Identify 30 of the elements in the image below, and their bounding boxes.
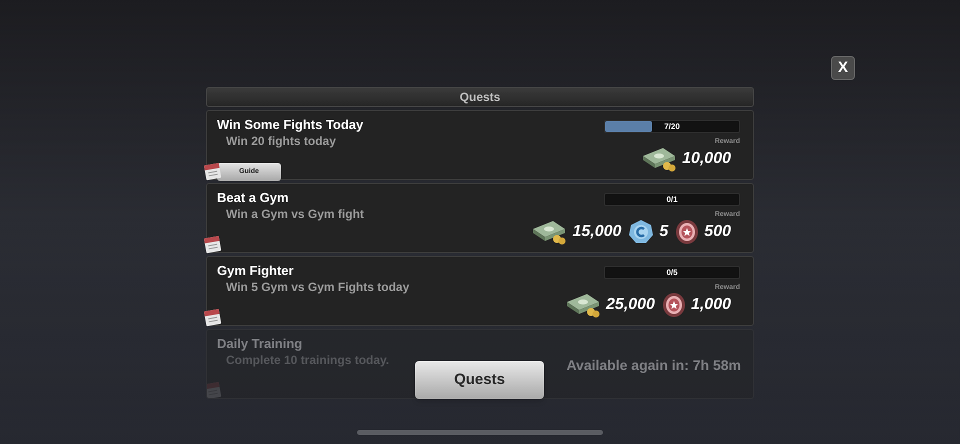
cash-icon: [641, 146, 678, 172]
calendar-icon: [203, 234, 223, 254]
calendar-icon: [207, 380, 223, 398]
quest-title: Gym Fighter: [217, 262, 295, 279]
progress-text: 7/20: [663, 121, 681, 132]
quest-title: Win Some Fights Today: [217, 116, 364, 133]
reward-amount: 500: [704, 222, 731, 242]
progress-text: 0/1: [665, 194, 679, 205]
reward-amount: 10,000: [682, 149, 731, 169]
progress-text: 0/5: [665, 267, 679, 278]
token-icon: [662, 292, 686, 318]
reward-amount: 25,000: [606, 295, 655, 315]
close-button[interactable]: X: [831, 56, 855, 80]
quest-description: Win a Gym vs Gym fight: [226, 206, 364, 223]
cash-icon: [565, 292, 602, 318]
calendar-icon: [203, 307, 223, 327]
quest-description: Win 20 fights today: [226, 133, 337, 150]
quest-description: Win 5 Gym vs Gym Fights today: [226, 279, 410, 296]
cash-icon: [531, 219, 568, 245]
quest-title: Beat a Gym: [217, 189, 290, 206]
reward-amount: 1,000: [690, 295, 731, 315]
quests-button[interactable]: Quests: [415, 361, 544, 399]
cooldown-text: Available again in: 7h 58m: [566, 356, 741, 375]
reward-amount: 15,000: [572, 222, 622, 242]
header-title: Quests: [460, 89, 500, 106]
coin-icon: [628, 219, 654, 245]
quest-title: Daily Training: [217, 335, 304, 352]
token-icon: [675, 219, 700, 245]
calendar-icon: [203, 161, 223, 181]
reward-amount: 5: [659, 222, 668, 242]
